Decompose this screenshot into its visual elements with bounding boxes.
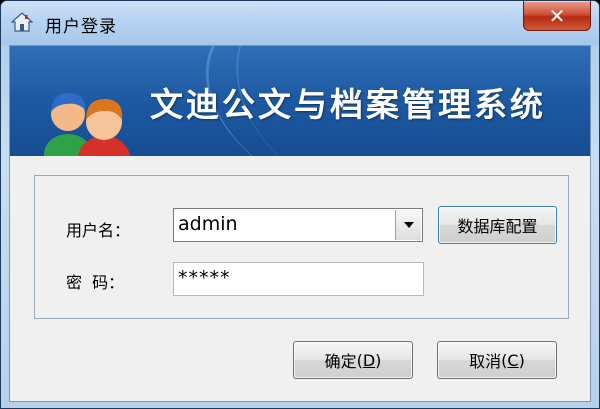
cancel-button[interactable]: 取消(C) xyxy=(437,341,557,379)
login-group-box: 用户名： admin 数据库配置 密 码： ***** xyxy=(34,175,569,319)
database-config-button[interactable]: 数据库配置 xyxy=(438,206,557,244)
house-icon xyxy=(11,12,33,32)
password-label: 密 码： xyxy=(66,273,125,292)
title-bar[interactable]: 用户登录 ✕ xyxy=(1,1,599,45)
window-title: 用户登录 xyxy=(45,17,117,37)
client-area: 文迪公文与档案管理系统 用户名： admin 数据库配置 密 码： ***** … xyxy=(9,45,591,402)
username-value: admin xyxy=(178,213,238,235)
close-icon: ✕ xyxy=(548,3,566,28)
ok-button[interactable]: 确定(D) xyxy=(293,341,413,379)
banner: 文迪公文与档案管理系统 xyxy=(10,46,590,156)
cancel-label: 取消 xyxy=(469,352,502,371)
close-button[interactable]: ✕ xyxy=(523,1,591,31)
ok-mnemonic: D xyxy=(362,350,376,370)
users-icon xyxy=(44,92,130,156)
username-label: 用户名： xyxy=(66,221,131,240)
chevron-down-icon xyxy=(403,222,414,228)
password-value: ***** xyxy=(178,267,231,289)
username-combobox[interactable]: admin xyxy=(173,208,423,242)
dropdown-button[interactable] xyxy=(395,210,421,240)
password-field[interactable]: ***** xyxy=(173,262,424,296)
login-window: 用户登录 ✕ 文迪公文与档案管理系统 用户名： admin 数据库配置 密 码：… xyxy=(0,0,600,409)
ok-label: 确定 xyxy=(324,352,357,371)
product-title: 文迪公文与档案管理系统 xyxy=(150,85,546,124)
cancel-mnemonic: C xyxy=(507,350,519,370)
